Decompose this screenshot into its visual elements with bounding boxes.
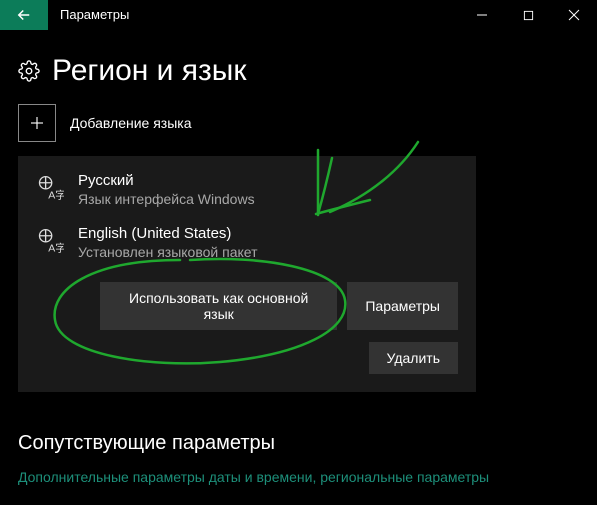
titlebar: Параметры — [0, 0, 597, 30]
back-button[interactable] — [0, 0, 48, 30]
add-box — [18, 104, 56, 142]
language-action-row-2: Удалить — [18, 330, 476, 374]
minimize-button[interactable] — [459, 0, 505, 30]
window-title: Параметры — [48, 0, 141, 30]
language-action-row: Использовать как основной язык Параметры — [18, 268, 476, 330]
maximize-button[interactable] — [505, 0, 551, 30]
language-icon: A字 — [36, 227, 64, 258]
related-heading: Сопутствующие параметры — [18, 432, 579, 455]
options-button[interactable]: Параметры — [347, 282, 458, 330]
content: Регион и язык Добавление языка A字 Русски… — [0, 30, 597, 495]
close-button[interactable] — [551, 0, 597, 30]
page-header: Регион и язык — [18, 54, 579, 88]
related-link[interactable]: Дополнительные параметры даты и времени,… — [18, 469, 579, 485]
add-language-button[interactable]: Добавление языка — [18, 104, 579, 142]
language-icon: A字 — [36, 174, 64, 205]
remove-button[interactable]: Удалить — [369, 342, 458, 374]
language-name: Русский — [78, 172, 255, 189]
plus-icon — [28, 114, 46, 132]
language-item-russian[interactable]: A字 Русский Язык интерфейса Windows — [18, 162, 476, 215]
page-title: Регион и язык — [52, 54, 246, 88]
language-subtitle: Установлен языковой пакет — [78, 244, 258, 260]
titlebar-spacer — [141, 0, 459, 30]
language-name: English (United States) — [78, 225, 258, 242]
svg-text:A字: A字 — [48, 242, 64, 255]
language-text: Русский Язык интерфейса Windows — [78, 172, 255, 207]
language-text: English (United States) Установлен языко… — [78, 225, 258, 260]
gear-icon — [18, 60, 40, 82]
arrow-left-icon — [15, 6, 33, 24]
language-subtitle: Язык интерфейса Windows — [78, 191, 255, 207]
set-default-button[interactable]: Использовать как основной язык — [100, 282, 337, 330]
language-list: A字 Русский Язык интерфейса Windows A字 En… — [18, 156, 476, 392]
close-icon — [568, 9, 580, 21]
svg-text:A字: A字 — [48, 189, 64, 202]
maximize-icon — [523, 10, 534, 21]
language-item-english[interactable]: A字 English (United States) Установлен яз… — [18, 215, 476, 268]
minimize-icon — [476, 9, 488, 21]
add-language-label: Добавление языка — [70, 115, 192, 131]
